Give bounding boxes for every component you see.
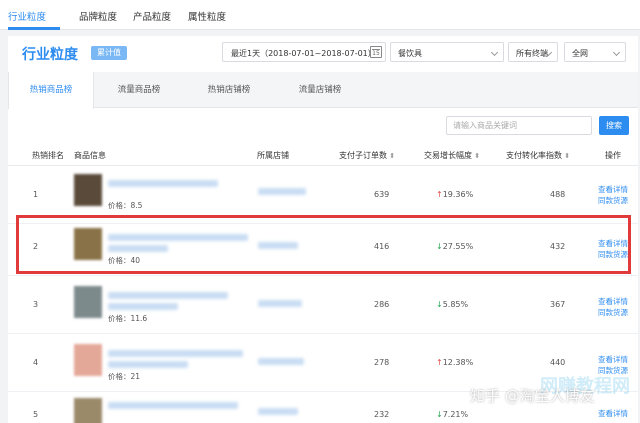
tab-product[interactable]: 产品粒度 xyxy=(133,9,171,23)
orders-value: 232 xyxy=(374,410,390,419)
ranking-tabs: 热销商品榜 流量商品榜 热销店铺榜 流量店铺榜 xyxy=(8,72,638,109)
tab-hot-products[interactable]: 热销商品榜 xyxy=(8,72,94,109)
product-thumbnail xyxy=(74,228,102,260)
product-title-blurred xyxy=(108,180,218,187)
product-price: 价格：8.5 xyxy=(108,201,143,210)
table-row: 3 价格：11.6 286 ↓5.85% 367 查看详情 同款货源 xyxy=(8,276,638,334)
view-detail-link[interactable]: 查看详情 xyxy=(598,296,628,307)
tab-brand[interactable]: 品牌粒度 xyxy=(79,9,117,23)
col-conversion[interactable]: 支付转化率指数 xyxy=(506,150,570,161)
view-detail-link[interactable]: 查看详情 xyxy=(598,354,628,365)
col-rank: 热销排名 xyxy=(32,151,64,160)
trend-down-icon: ↓ xyxy=(436,242,443,251)
same-source-link[interactable]: 同款货源 xyxy=(598,195,628,206)
rank-value: 4 xyxy=(33,358,39,367)
network-select-value: 全网 xyxy=(572,49,588,58)
shop-name-blurred xyxy=(258,242,298,249)
growth-value: ↓7.21% xyxy=(436,410,469,419)
rank-value: 5 xyxy=(33,410,39,419)
orders-value: 278 xyxy=(374,358,390,367)
growth-value: ↓27.55% xyxy=(436,242,474,251)
orders-value: 416 xyxy=(374,242,390,251)
product-price: 价格：21 xyxy=(108,372,141,381)
col-action: 操作 xyxy=(605,151,621,160)
category-select[interactable]: 餐饮具 xyxy=(390,42,504,62)
table-row: 2 价格：40 416 ↓27.55% 432 查看详情 同款货源 xyxy=(8,218,638,276)
orders-value: 639 xyxy=(374,190,390,199)
product-title-blurred xyxy=(108,350,243,357)
top-nav: 行业粒度 品牌粒度 产品粒度 属性粒度 xyxy=(0,0,640,30)
shop-name-blurred xyxy=(258,188,306,195)
page-title: 行业粒度 xyxy=(22,47,78,63)
conversion-value: 432 xyxy=(550,242,566,251)
growth-value: ↓5.85% xyxy=(436,300,469,309)
product-thumbnail xyxy=(74,344,102,376)
product-title-blurred xyxy=(108,234,248,241)
orders-value: 286 xyxy=(374,300,390,309)
product-price: 价格：11.6 xyxy=(108,314,148,323)
product-thumbnail xyxy=(74,286,102,318)
same-source-link[interactable]: 同款货源 xyxy=(598,249,628,260)
shop-name-blurred xyxy=(258,300,302,307)
conversion-value: 367 xyxy=(550,300,566,309)
calendar-icon[interactable]: 15 xyxy=(370,46,382,58)
shop-name-blurred xyxy=(258,408,298,415)
cumulative-badge: 累计值 xyxy=(91,46,127,60)
conversion-value: 488 xyxy=(550,190,566,199)
terminal-select[interactable]: 所有终端 xyxy=(508,42,558,62)
active-tab-indicator xyxy=(8,27,60,30)
tab-attribute[interactable]: 属性粒度 xyxy=(188,9,226,23)
terminal-select-value: 所有终端 xyxy=(516,49,548,58)
rank-value: 2 xyxy=(33,242,39,251)
trend-down-icon: ↓ xyxy=(436,410,443,419)
tab-industry[interactable]: 行业粒度 xyxy=(8,9,46,23)
date-range-picker[interactable]: 最近1天（2018-07-01~2018-07-01） 15 xyxy=(222,42,386,62)
tab-traffic-shops[interactable]: 流量店铺榜 xyxy=(274,72,366,108)
product-title-blurred xyxy=(108,361,188,368)
date-range-text: 最近1天（2018-07-01~2018-07-01） xyxy=(231,49,376,58)
product-title-blurred xyxy=(108,292,228,299)
product-title-blurred xyxy=(108,245,168,252)
rank-value: 1 xyxy=(33,190,39,199)
trend-up-icon: ↑ xyxy=(436,190,443,199)
product-thumbnail xyxy=(74,398,102,423)
trend-down-icon: ↓ xyxy=(436,300,443,309)
tab-traffic-products[interactable]: 流量商品榜 xyxy=(94,72,184,108)
chevron-down-icon xyxy=(490,48,499,57)
rank-value: 3 xyxy=(33,300,39,309)
watermark: 知乎 @淘宝人博友 xyxy=(470,387,595,405)
growth-value: ↑19.36% xyxy=(436,190,474,199)
search-button[interactable]: 搜索 xyxy=(599,116,629,135)
col-shop: 所属店铺 xyxy=(257,151,289,160)
conversion-value: 440 xyxy=(550,358,566,367)
col-growth[interactable]: 交易增长幅度 xyxy=(424,150,480,161)
table-header: 热销排名 商品信息 所属店铺 支付子订单数 交易增长幅度 支付转化率指数 操作 xyxy=(8,144,638,166)
growth-value: ↑12.38% xyxy=(436,358,474,367)
tab-hot-shops[interactable]: 热销店铺榜 xyxy=(184,72,274,108)
shop-name-blurred xyxy=(258,358,304,365)
trend-up-icon: ↑ xyxy=(436,358,443,367)
col-product: 商品信息 xyxy=(74,151,106,160)
col-orders[interactable]: 支付子订单数 xyxy=(339,150,395,161)
same-source-link[interactable]: 同款货源 xyxy=(598,307,628,318)
product-search-input[interactable] xyxy=(446,116,592,135)
product-title-blurred xyxy=(108,303,178,310)
product-thumbnail xyxy=(74,174,102,206)
product-title-blurred xyxy=(108,402,238,409)
network-select[interactable]: 全网 xyxy=(564,42,626,62)
product-price: 价格：40 xyxy=(108,256,141,265)
table-row: 1 价格：8.5 639 ↑19.36% 488 查看详情 同款货源 xyxy=(8,166,638,224)
view-detail-link[interactable]: 查看详情 xyxy=(598,238,628,249)
view-detail-link[interactable]: 查看详情 xyxy=(598,184,628,195)
calendar-day: 15 xyxy=(372,50,380,57)
chevron-down-icon xyxy=(612,48,621,57)
category-select-value: 餐饮具 xyxy=(398,49,422,58)
